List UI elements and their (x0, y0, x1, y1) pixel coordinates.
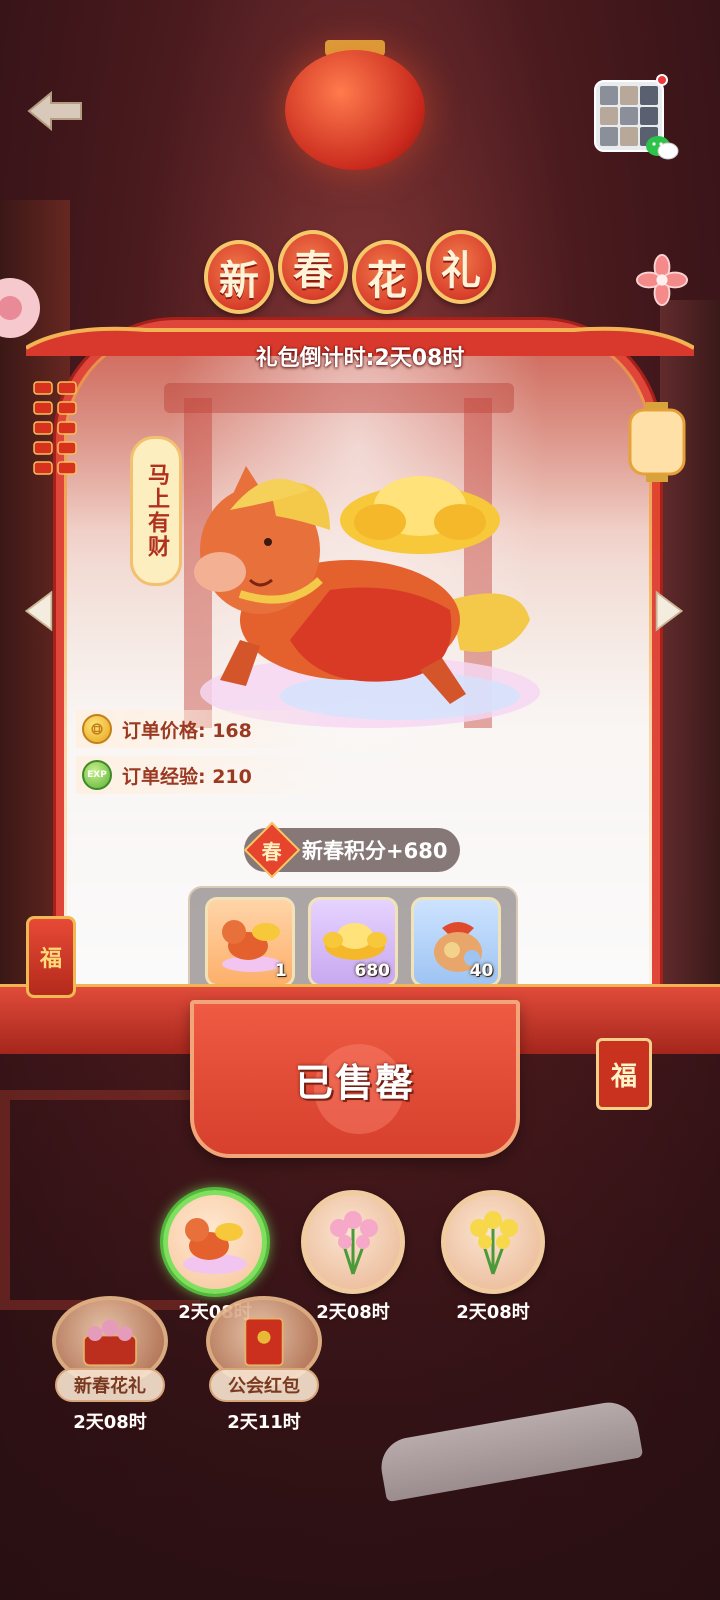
gift-option-circle[interactable] (441, 1190, 545, 1294)
reward-item[interactable]: 1 (204, 897, 295, 987)
exp-icon: EXP (82, 760, 112, 790)
vertical-tag: 马上有财 (130, 436, 182, 586)
title-char: 礼 (426, 230, 496, 304)
reward-item[interactable]: 40 (411, 897, 502, 987)
spring-points-pill: 春 新春积分+680 (243, 821, 460, 879)
order-exp-text: 订单经验: 210 (122, 765, 252, 788)
next-arrow-button[interactable] (634, 586, 690, 636)
fu-sign-icon: 福 (596, 1038, 652, 1110)
spring-points-text: 新春积分+680 (302, 839, 448, 863)
gift-option-yellow-flowers[interactable]: 2天08时 (438, 1190, 548, 1324)
yellow-flowers-icon (470, 1211, 518, 1275)
chun-badge-text: 春 (262, 839, 282, 864)
title-char: 新 (204, 240, 274, 314)
notification-dot (656, 74, 668, 86)
coin-icon (82, 714, 112, 744)
order-exp-row: EXP 订单经验: 210 (76, 756, 336, 794)
item-quantity: 40 (469, 961, 494, 981)
title-char: 春 (278, 230, 348, 304)
red-lantern-icon (285, 50, 425, 170)
item-quantity: 680 (354, 961, 390, 981)
tab-label: 公会红包 (209, 1368, 319, 1402)
tab-time: 2天11时 (227, 1412, 301, 1433)
countdown-text: 礼包倒计时:2天08时 (255, 346, 465, 371)
flower-close-icon (636, 254, 688, 306)
tab-guild-red-packet[interactable]: 公会红包 2天11时 (202, 1296, 326, 1434)
sold-out-banner: 已售罄 (190, 1000, 520, 1158)
tab-time: 2天08时 (73, 1412, 147, 1433)
tab-label: 新春花礼 (55, 1368, 165, 1402)
flower-basket-icon (82, 1319, 138, 1367)
title-banner: 新 春 花 礼 (200, 222, 500, 332)
prev-arrow-button[interactable] (18, 586, 74, 636)
gate-beam (164, 383, 514, 413)
gift-option-circle[interactable] (163, 1190, 267, 1294)
horse-with-ingot-icon (194, 466, 540, 728)
chevron-left-icon (24, 590, 53, 632)
horse-thumb-icon (183, 1218, 247, 1274)
back-button[interactable] (22, 86, 88, 136)
red-envelope-icon (244, 1317, 284, 1367)
reward-items-tray: 1 680 40 (188, 886, 518, 998)
tab-spring-gift[interactable]: 新春花礼 2天08时 (48, 1296, 172, 1434)
reward-item[interactable]: 680 (307, 897, 398, 987)
gift-option-circle[interactable] (301, 1190, 405, 1294)
close-button[interactable] (634, 252, 690, 308)
chevron-right-icon (655, 590, 684, 632)
sold-out-text: 已售罄 (294, 1060, 415, 1105)
gift-option-time: 2天08时 (456, 1302, 530, 1323)
pink-flowers-icon (330, 1211, 378, 1275)
back-arrow-icon (27, 90, 82, 132)
item-quantity: 1 (274, 961, 287, 981)
title-char: 花 (352, 240, 422, 314)
order-price-text: 订单价格: 168 (122, 719, 252, 742)
firecrackers-icon (33, 381, 77, 475)
fu-drum-icon: 福 (26, 916, 76, 998)
order-price-row: 订单价格: 168 (76, 710, 336, 748)
wechat-icon[interactable] (644, 134, 680, 162)
palace-lantern-icon (628, 402, 686, 550)
